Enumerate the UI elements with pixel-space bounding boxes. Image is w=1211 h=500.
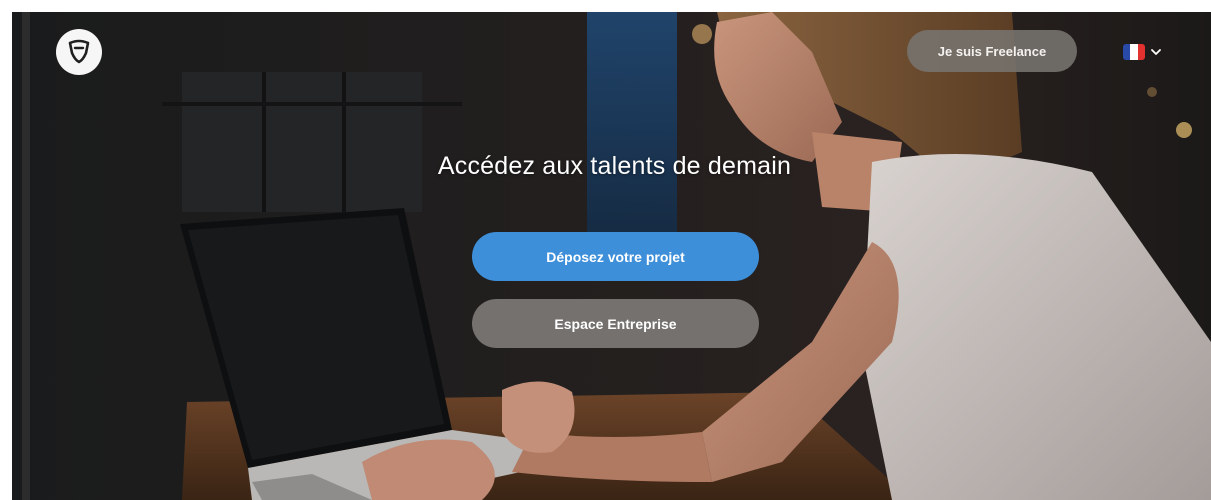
chevron-down-icon — [1151, 49, 1161, 55]
france-flag-icon — [1123, 44, 1145, 60]
business-space-button[interactable]: Espace Entreprise — [472, 299, 759, 348]
language-selector[interactable] — [1123, 42, 1161, 62]
hero-headline-text: Accédez aux talents de demain — [437, 152, 792, 180]
shield-logo-icon — [68, 39, 90, 64]
freelance-button[interactable]: Je suis Freelance — [907, 30, 1077, 72]
logo-button[interactable] — [56, 29, 102, 75]
submit-project-button[interactable]: Déposez votre projet — [472, 232, 759, 281]
hero-section: Je suis Freelance Accédez aux talents de… — [12, 12, 1211, 500]
hero-headline: Accédez aux talents de demain — [12, 152, 1211, 181]
